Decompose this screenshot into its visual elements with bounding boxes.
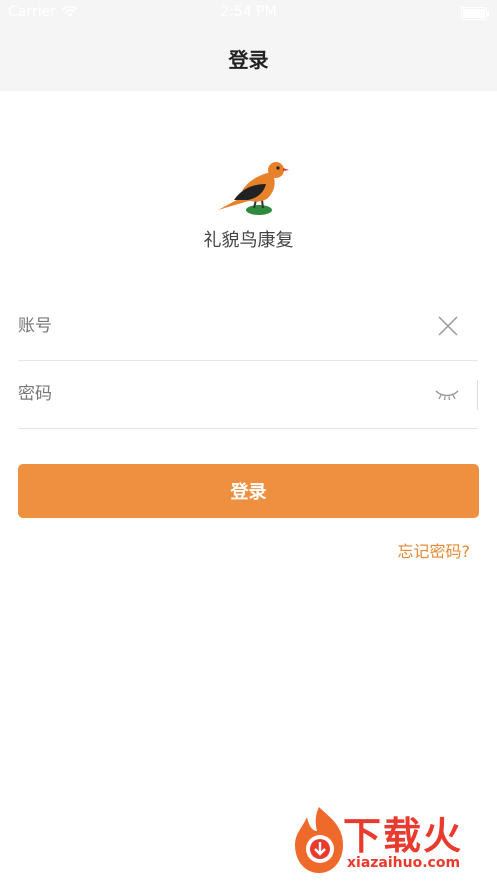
nav-bar: 登录 — [0, 26, 497, 91]
account-input[interactable] — [18, 292, 398, 360]
eye-closed-icon[interactable] — [434, 386, 460, 402]
login-button[interactable]: 登录 — [18, 464, 479, 518]
status-bar: Carrier 2:54 PM — [0, 0, 497, 26]
password-input[interactable] — [18, 360, 398, 428]
watermark-text: 下载火 — [343, 814, 464, 858]
flame-logo-icon — [295, 807, 343, 873]
battery-icon — [461, 7, 489, 20]
account-field-row — [18, 292, 478, 361]
watermark-url: xiazaihuo.com — [347, 855, 461, 871]
forgot-password-link[interactable]: 忘记密码? — [398, 538, 471, 562]
page-title: 登录 — [228, 48, 269, 72]
watermark: 下载火 xiazaihuo.com — [289, 803, 489, 877]
app-name: 礼貌鸟康复 — [203, 230, 294, 251]
password-field-row — [18, 360, 478, 429]
bird-logo-icon — [218, 162, 289, 215]
status-time: 2:54 PM — [220, 4, 277, 20]
field-divider — [477, 380, 478, 410]
clear-icon[interactable] — [436, 314, 460, 338]
